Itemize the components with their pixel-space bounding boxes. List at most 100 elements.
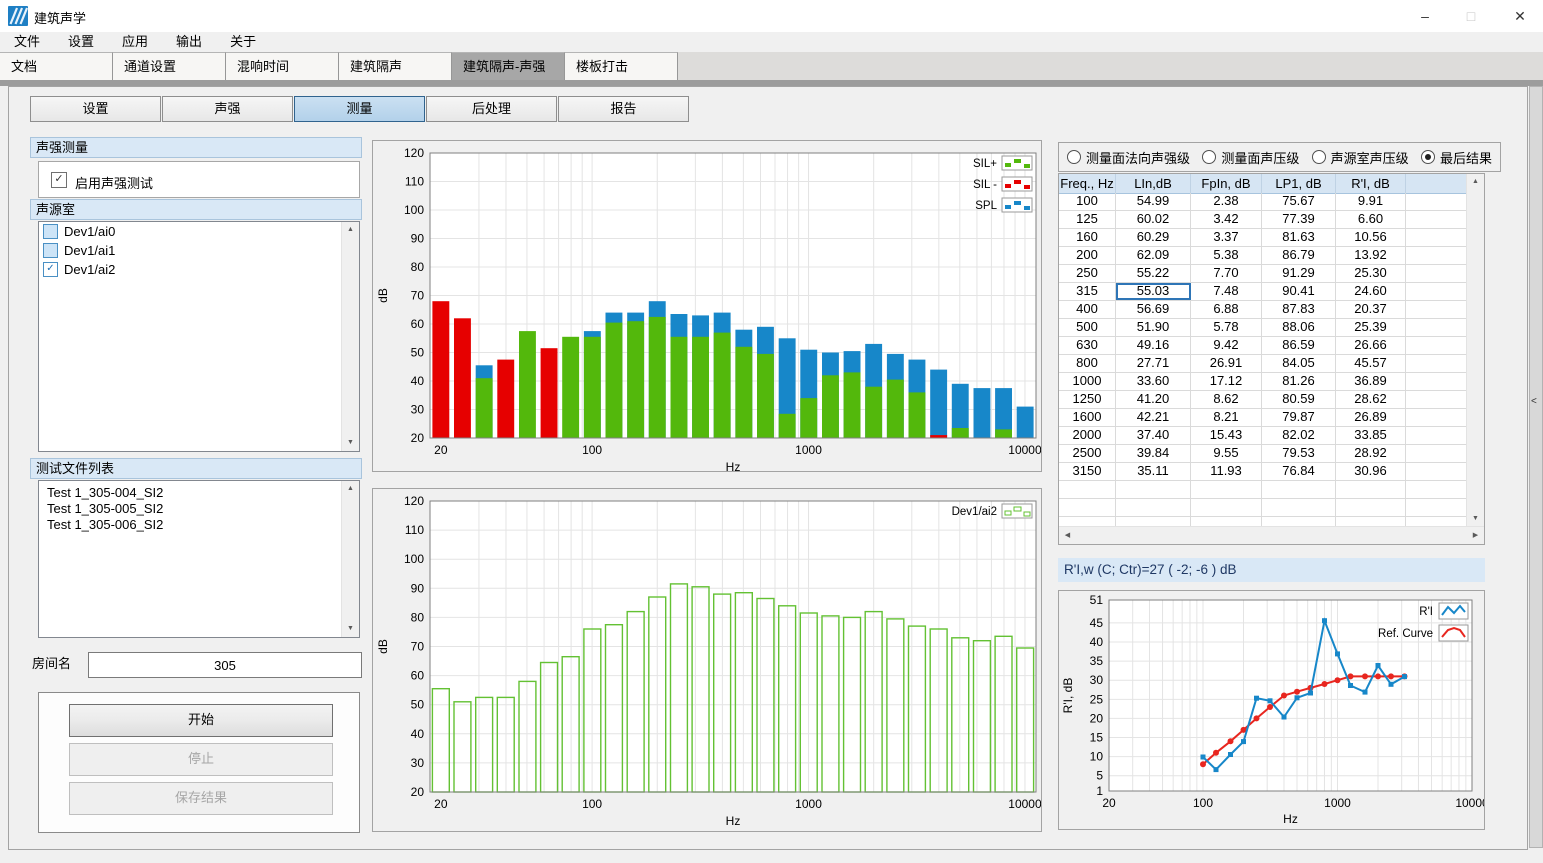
table-cell[interactable]: 28.62 bbox=[1336, 391, 1406, 408]
table-cell[interactable]: 11.93 bbox=[1191, 463, 1262, 480]
table-cell[interactable]: 9.55 bbox=[1191, 445, 1262, 462]
test-file-list[interactable]: Test 1_305-004_SI2Test 1_305-005_SI2Test… bbox=[38, 480, 360, 638]
scroll-up-icon[interactable]: ▲ bbox=[342, 481, 359, 497]
table-row[interactable]: 80027.7126.9184.0545.57 bbox=[1059, 355, 1467, 373]
vertical-scrollbar[interactable]: ▲▼ bbox=[1466, 174, 1484, 527]
stop-button[interactable]: 停止 bbox=[69, 743, 333, 776]
test-file-item[interactable]: Test 1_305-004_SI2 bbox=[39, 485, 359, 501]
table-cell[interactable]: 17.12 bbox=[1191, 373, 1262, 390]
table-cell[interactable]: 80.59 bbox=[1262, 391, 1336, 408]
table-cell[interactable]: 41.20 bbox=[1116, 391, 1191, 408]
table-cell[interactable]: 90.41 bbox=[1262, 283, 1336, 300]
table-cell[interactable]: 76.84 bbox=[1262, 463, 1336, 480]
table-cell[interactable]: 5.38 bbox=[1191, 247, 1262, 264]
table-cell[interactable]: 9.42 bbox=[1191, 337, 1262, 354]
table-cell[interactable]: 55.22 bbox=[1116, 265, 1191, 282]
table-cell[interactable]: 86.59 bbox=[1262, 337, 1336, 354]
table-cell[interactable]: 315 bbox=[1059, 283, 1116, 300]
channel-list[interactable]: Dev1/ai0Dev1/ai1✓Dev1/ai2▲▼ bbox=[38, 221, 360, 452]
table-cell[interactable]: 91.29 bbox=[1262, 265, 1336, 282]
sub-tab[interactable]: 声强 bbox=[162, 96, 293, 122]
table-row[interactable]: 16060.293.3781.6310.56 bbox=[1059, 229, 1467, 247]
start-button[interactable]: 开始 bbox=[69, 704, 333, 737]
table-cell[interactable]: 79.53 bbox=[1262, 445, 1336, 462]
table-cell[interactable]: 82.02 bbox=[1262, 427, 1336, 444]
table-cell[interactable]: 800 bbox=[1059, 355, 1116, 372]
table-row[interactable]: 12560.023.4277.396.60 bbox=[1059, 211, 1467, 229]
table-cell[interactable]: 3.37 bbox=[1191, 229, 1262, 246]
main-tab[interactable]: 混响时间 bbox=[226, 52, 339, 80]
sub-tab[interactable]: 报告 bbox=[558, 96, 689, 122]
results-table[interactable]: Freq., HzLIn,dBFpIn, dBLP1, dBR'I, dB100… bbox=[1058, 173, 1485, 545]
table-cell[interactable]: 39.84 bbox=[1116, 445, 1191, 462]
table-row[interactable]: 125041.208.6280.5928.62 bbox=[1059, 391, 1467, 409]
table-row[interactable]: 25055.227.7091.2925.30 bbox=[1059, 265, 1467, 283]
vertical-scrollbar[interactable]: ▲▼ bbox=[341, 481, 359, 637]
radio-selected[interactable]: 最后结果 bbox=[1421, 148, 1492, 167]
table-cell[interactable]: 27.71 bbox=[1116, 355, 1191, 372]
table-row[interactable]: 40056.696.8887.8320.37 bbox=[1059, 301, 1467, 319]
scroll-left-icon[interactable]: ◀ bbox=[1059, 527, 1076, 544]
table-cell[interactable]: 60.02 bbox=[1116, 211, 1191, 228]
table-cell[interactable]: 200 bbox=[1059, 247, 1116, 264]
table-cell[interactable]: 54.99 bbox=[1116, 193, 1191, 210]
room-name-input[interactable] bbox=[88, 652, 362, 678]
channel-checkbox[interactable]: ✓ bbox=[43, 262, 58, 277]
table-cell[interactable]: 13.92 bbox=[1336, 247, 1406, 264]
table-cell[interactable]: 35.11 bbox=[1116, 463, 1191, 480]
table-cell[interactable]: 125 bbox=[1059, 211, 1116, 228]
table-row[interactable]: 200037.4015.4382.0233.85 bbox=[1059, 427, 1467, 445]
table-cell[interactable]: 400 bbox=[1059, 301, 1116, 318]
collapse-left-icon[interactable]: < bbox=[1531, 396, 1537, 407]
table-row[interactable]: 31555.037.4890.4124.60 bbox=[1059, 283, 1467, 301]
channel-row[interactable]: Dev1/ai0 bbox=[39, 222, 359, 241]
enable-intensity-checkbox[interactable]: ✓ bbox=[51, 172, 67, 188]
table-cell[interactable]: 6.60 bbox=[1336, 211, 1406, 228]
menu-item-输出[interactable]: 输出 bbox=[162, 32, 216, 52]
table-cell[interactable]: 75.67 bbox=[1262, 193, 1336, 210]
menu-item-关于[interactable]: 关于 bbox=[216, 32, 270, 52]
table-cell[interactable]: 3.42 bbox=[1191, 211, 1262, 228]
radio-circle[interactable] bbox=[1421, 150, 1435, 164]
table-row[interactable]: 160042.218.2179.8726.89 bbox=[1059, 409, 1467, 427]
scroll-up-icon[interactable]: ▲ bbox=[1467, 174, 1484, 190]
main-tab[interactable]: 文档 bbox=[0, 52, 113, 80]
table-cell[interactable]: 26.89 bbox=[1336, 409, 1406, 426]
table-row[interactable]: 20062.095.3886.7913.92 bbox=[1059, 247, 1467, 265]
sub-tab[interactable]: 后处理 bbox=[426, 96, 557, 122]
table-cell[interactable]: 88.06 bbox=[1262, 319, 1336, 336]
table-cell[interactable]: 62.09 bbox=[1116, 247, 1191, 264]
table-cell[interactable]: 26.91 bbox=[1191, 355, 1262, 372]
radio-option[interactable]: 声源室声压级 bbox=[1312, 148, 1409, 167]
sub-tab[interactable]: 测量 bbox=[294, 96, 425, 122]
table-cell[interactable]: 81.63 bbox=[1262, 229, 1336, 246]
channel-checkbox[interactable] bbox=[43, 224, 58, 239]
table-cell[interactable]: 3150 bbox=[1059, 463, 1116, 480]
table-cell[interactable]: 9.91 bbox=[1336, 193, 1406, 210]
menu-item-应用[interactable]: 应用 bbox=[108, 32, 162, 52]
table-cell[interactable]: 2000 bbox=[1059, 427, 1116, 444]
table-cell[interactable]: 15.43 bbox=[1191, 427, 1262, 444]
table-cell[interactable]: 77.39 bbox=[1262, 211, 1336, 228]
menu-item-设置[interactable]: 设置 bbox=[54, 32, 108, 52]
table-cell[interactable]: 25.39 bbox=[1336, 319, 1406, 336]
side-panel-splitter[interactable] bbox=[1529, 86, 1543, 848]
table-row[interactable]: 250039.849.5579.5328.92 bbox=[1059, 445, 1467, 463]
table-cell[interactable]: 49.16 bbox=[1116, 337, 1191, 354]
sub-tab[interactable]: 设置 bbox=[30, 96, 161, 122]
table-row[interactable]: 315035.1111.9376.8430.96 bbox=[1059, 463, 1467, 481]
table-cell[interactable]: 42.21 bbox=[1116, 409, 1191, 426]
radio-option[interactable]: 测量面声压级 bbox=[1202, 148, 1299, 167]
minimize-button[interactable]: – bbox=[1402, 0, 1448, 32]
menu-item-文件[interactable]: 文件 bbox=[0, 32, 54, 52]
scroll-down-icon[interactable]: ▼ bbox=[342, 435, 359, 451]
table-cell[interactable]: 7.70 bbox=[1191, 265, 1262, 282]
table-cell[interactable]: 1600 bbox=[1059, 409, 1116, 426]
table-cell[interactable]: 30.96 bbox=[1336, 463, 1406, 480]
save-results-button[interactable]: 保存结果 bbox=[69, 782, 333, 815]
table-cell[interactable]: 7.48 bbox=[1191, 283, 1262, 300]
table-cell[interactable]: 56.69 bbox=[1116, 301, 1191, 318]
table-cell[interactable]: 33.85 bbox=[1336, 427, 1406, 444]
scroll-down-icon[interactable]: ▼ bbox=[342, 621, 359, 637]
horizontal-scrollbar[interactable]: ◀▶ bbox=[1059, 526, 1484, 544]
